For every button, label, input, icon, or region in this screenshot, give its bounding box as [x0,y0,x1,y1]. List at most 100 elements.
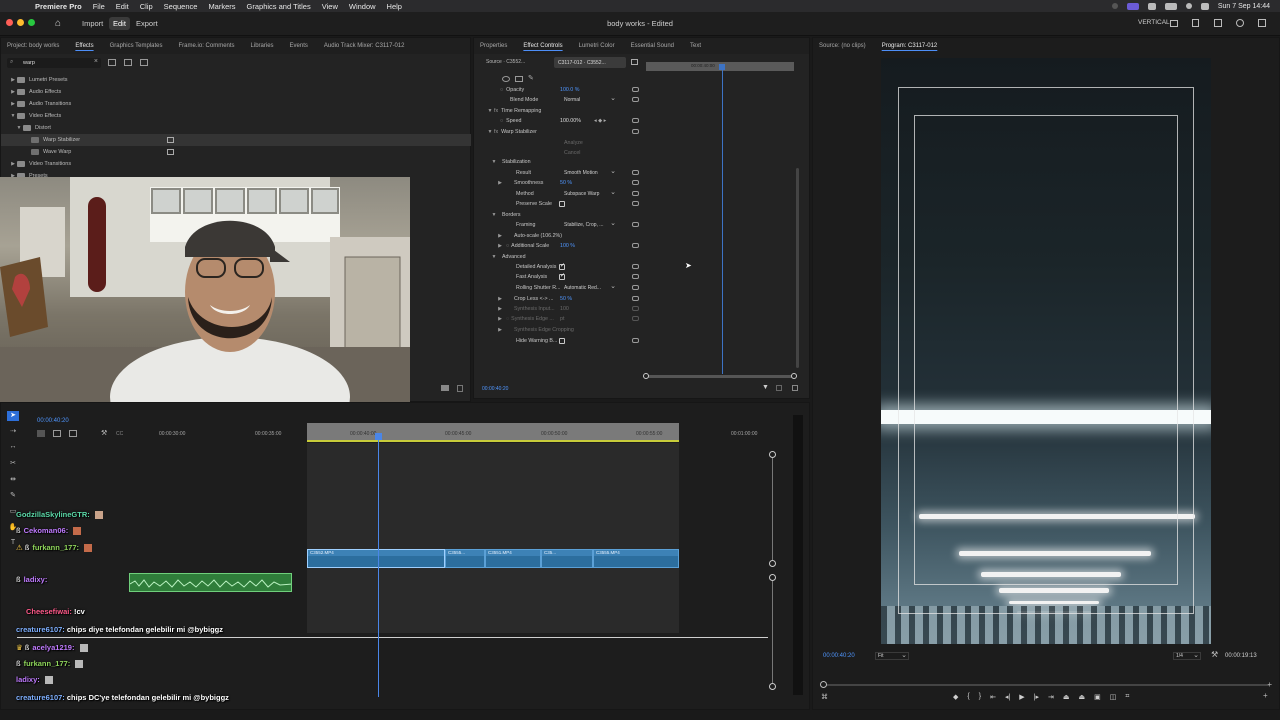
fullscreen-icon[interactable] [1214,19,1222,27]
tab-libraries[interactable]: Libraries [251,43,274,49]
video-clip[interactable]: C35... [541,549,593,568]
extract-icon[interactable]: ⏏ [1079,693,1086,703]
timeline-wrench-icon[interactable]: ⚒ [101,429,107,437]
tab-audio-track-mixer[interactable]: Audio Track Mixer: C3117-012 [324,43,405,49]
fast-analysis-checkbox[interactable] [559,272,565,280]
collapse-triangle-icon[interactable]: ▼ [15,125,23,131]
tab-frameio-comments[interactable]: Frame.io: Comments [179,43,235,49]
rolling-shutter-reset-icon[interactable] [632,285,639,290]
synthesis-input-row[interactable]: ▶ Synthesis Input... [496,304,555,314]
tab-effect-controls[interactable]: Effect Controls [523,43,562,49]
menu-clip[interactable]: Clip [140,2,153,11]
opacity-row[interactable]: ◌ Opacity [500,85,524,95]
collapse-triangle-icon[interactable]: ▼ [490,212,498,218]
video-clip[interactable]: C3555.MP4 [593,549,679,568]
quick-export-icon[interactable] [1192,19,1199,27]
menu-graphics[interactable]: Graphics and Titles [247,2,311,11]
menu-view[interactable]: View [322,2,338,11]
program-scrub-bar[interactable]: + [820,680,1272,689]
tree-item-lumetri-presets[interactable]: ▶ Lumetri Presets [9,74,68,86]
tree-item-video-effects[interactable]: ▼ Video Effects [9,110,61,122]
add-marker-timeline-icon[interactable] [69,430,77,437]
program-timecode[interactable]: 00:00:40:20 [823,653,855,659]
zoom-handle-left[interactable] [643,373,649,379]
tree-item-video-transitions[interactable]: ▶ Video Transitions [9,158,71,170]
stopwatch-icon[interactable]: ◌ [506,243,509,249]
tree-item-warp-stabilizer[interactable]: Warp Stabilizer [1,134,471,146]
tree-item-distort[interactable]: ▼ Distort [15,122,51,134]
menu-edit[interactable]: Edit [116,2,129,11]
video-clip[interactable]: C3551.MP4 [485,549,541,568]
tab-properties[interactable]: Properties [480,43,507,49]
timeline-scroll-handle[interactable] [769,683,776,690]
timeline-scroll-handle[interactable] [769,451,776,458]
go-to-in-icon[interactable]: ⇤ [990,693,996,703]
crop-less-row[interactable]: ▶ Crop Less <-> ... [496,294,553,304]
ripple-edit-tool[interactable]: ↔ [7,443,19,453]
stopwatch-icon[interactable]: ◌ [500,87,503,93]
filter-icon[interactable]: ▼ [762,384,769,391]
ec-current-time[interactable]: 00:00:40:20 [482,386,508,392]
export-frame-icon[interactable]: ▣ [1094,693,1101,703]
scrub-start-handle[interactable] [820,681,827,688]
audio-clip[interactable] [129,573,292,592]
preserve-scale-reset-icon[interactable] [632,201,639,206]
export-icon[interactable] [792,385,798,391]
slip-tool[interactable]: ⇹ [7,475,19,485]
fx-mask-rect-icon[interactable] [515,76,523,82]
share-icon[interactable] [1236,19,1244,27]
auto-scale-row[interactable]: ▶ Auto-scale (106.2%) [496,231,562,241]
32bit-effects-icon[interactable] [124,59,132,66]
expand-triangle-icon[interactable]: ▶ [496,316,504,322]
monitor-settings-icon[interactable]: ⌘ [821,693,828,701]
menu-window[interactable]: Window [349,2,376,11]
blend-mode-dropdown[interactable]: Normal [562,94,617,104]
selection-tool[interactable]: ➤ [7,411,19,421]
fx-pen-icon[interactable]: ✎ [528,74,534,82]
go-to-out-icon[interactable]: ⇥ [1048,693,1054,703]
tab-text[interactable]: Text [690,43,701,49]
synthesis-edge-reset-icon[interactable] [632,316,639,321]
source-dropdown[interactable]: Source · C3552... [486,59,525,65]
opacity-keyframe-icon[interactable] [632,87,639,92]
synthesis-edge-cropping-row[interactable]: ▶ Synthesis Edge Cropping [496,325,574,335]
additional-scale-reset-icon[interactable] [632,243,639,248]
collapse-triangle-icon[interactable]: ▼ [490,159,498,165]
opacity-value[interactable]: 100.0 % [560,85,579,95]
tab-graphics-templates[interactable]: Graphics Templates [110,43,163,49]
detailed-analysis-checkbox[interactable] [559,262,565,270]
expand-triangle-icon[interactable]: ▶ [496,327,504,333]
fast-analysis-reset-icon[interactable] [632,274,639,279]
clip-dropdown[interactable]: C3117-012 · C3552... [554,57,626,68]
synthesis-edge-row[interactable]: ▶ ◌ Synthesis Edge ... [496,314,554,324]
lift-icon[interactable]: ⏏ [1063,693,1070,703]
stopwatch-icon[interactable]: ◌ [500,118,503,124]
step-forward-icon[interactable]: |▸ [1034,693,1039,703]
ec-zoom-scrollbar[interactable] [643,373,797,379]
tab-program-monitor[interactable]: Program: C3117-012 [882,43,938,49]
menu-app-name[interactable]: Premiere Pro [35,2,82,11]
crop-less-reset-icon[interactable] [632,296,639,301]
add-marker-icon[interactable]: ◆ [953,693,958,703]
zoom-handle-right[interactable] [791,373,797,379]
pen-tool[interactable]: ✎ [7,491,19,501]
playhead-head-icon[interactable] [375,433,382,440]
play-audio-icon[interactable] [776,385,782,391]
preserve-scale-checkbox[interactable] [559,201,565,207]
delete-icon[interactable] [457,385,463,392]
framing-reset-icon[interactable] [632,222,639,227]
collapse-triangle-icon[interactable]: ▼ [486,108,494,114]
screen-share-icon[interactable] [1126,2,1139,10]
video-clip[interactable]: C3552.MP4 [307,549,445,568]
cancel-button[interactable]: Cancel [564,148,581,158]
tab-essential-sound[interactable]: Essential Sound [631,43,674,49]
scrub-end-handle[interactable]: + [1267,680,1272,689]
tab-source-monitor[interactable]: Source: (no clips) [819,43,866,49]
effects-search-box[interactable]: ⌕ warp × [7,58,101,68]
smoothness-reset-icon[interactable] [632,180,639,185]
tab-effects[interactable]: Effects [75,43,93,49]
tab-lumetri-color[interactable]: Lumetri Color [579,43,615,49]
detailed-analysis-reset-icon[interactable] [632,264,639,269]
synthesis-input-value[interactable]: 100 [560,304,569,314]
maximize-icon[interactable] [1258,19,1266,27]
